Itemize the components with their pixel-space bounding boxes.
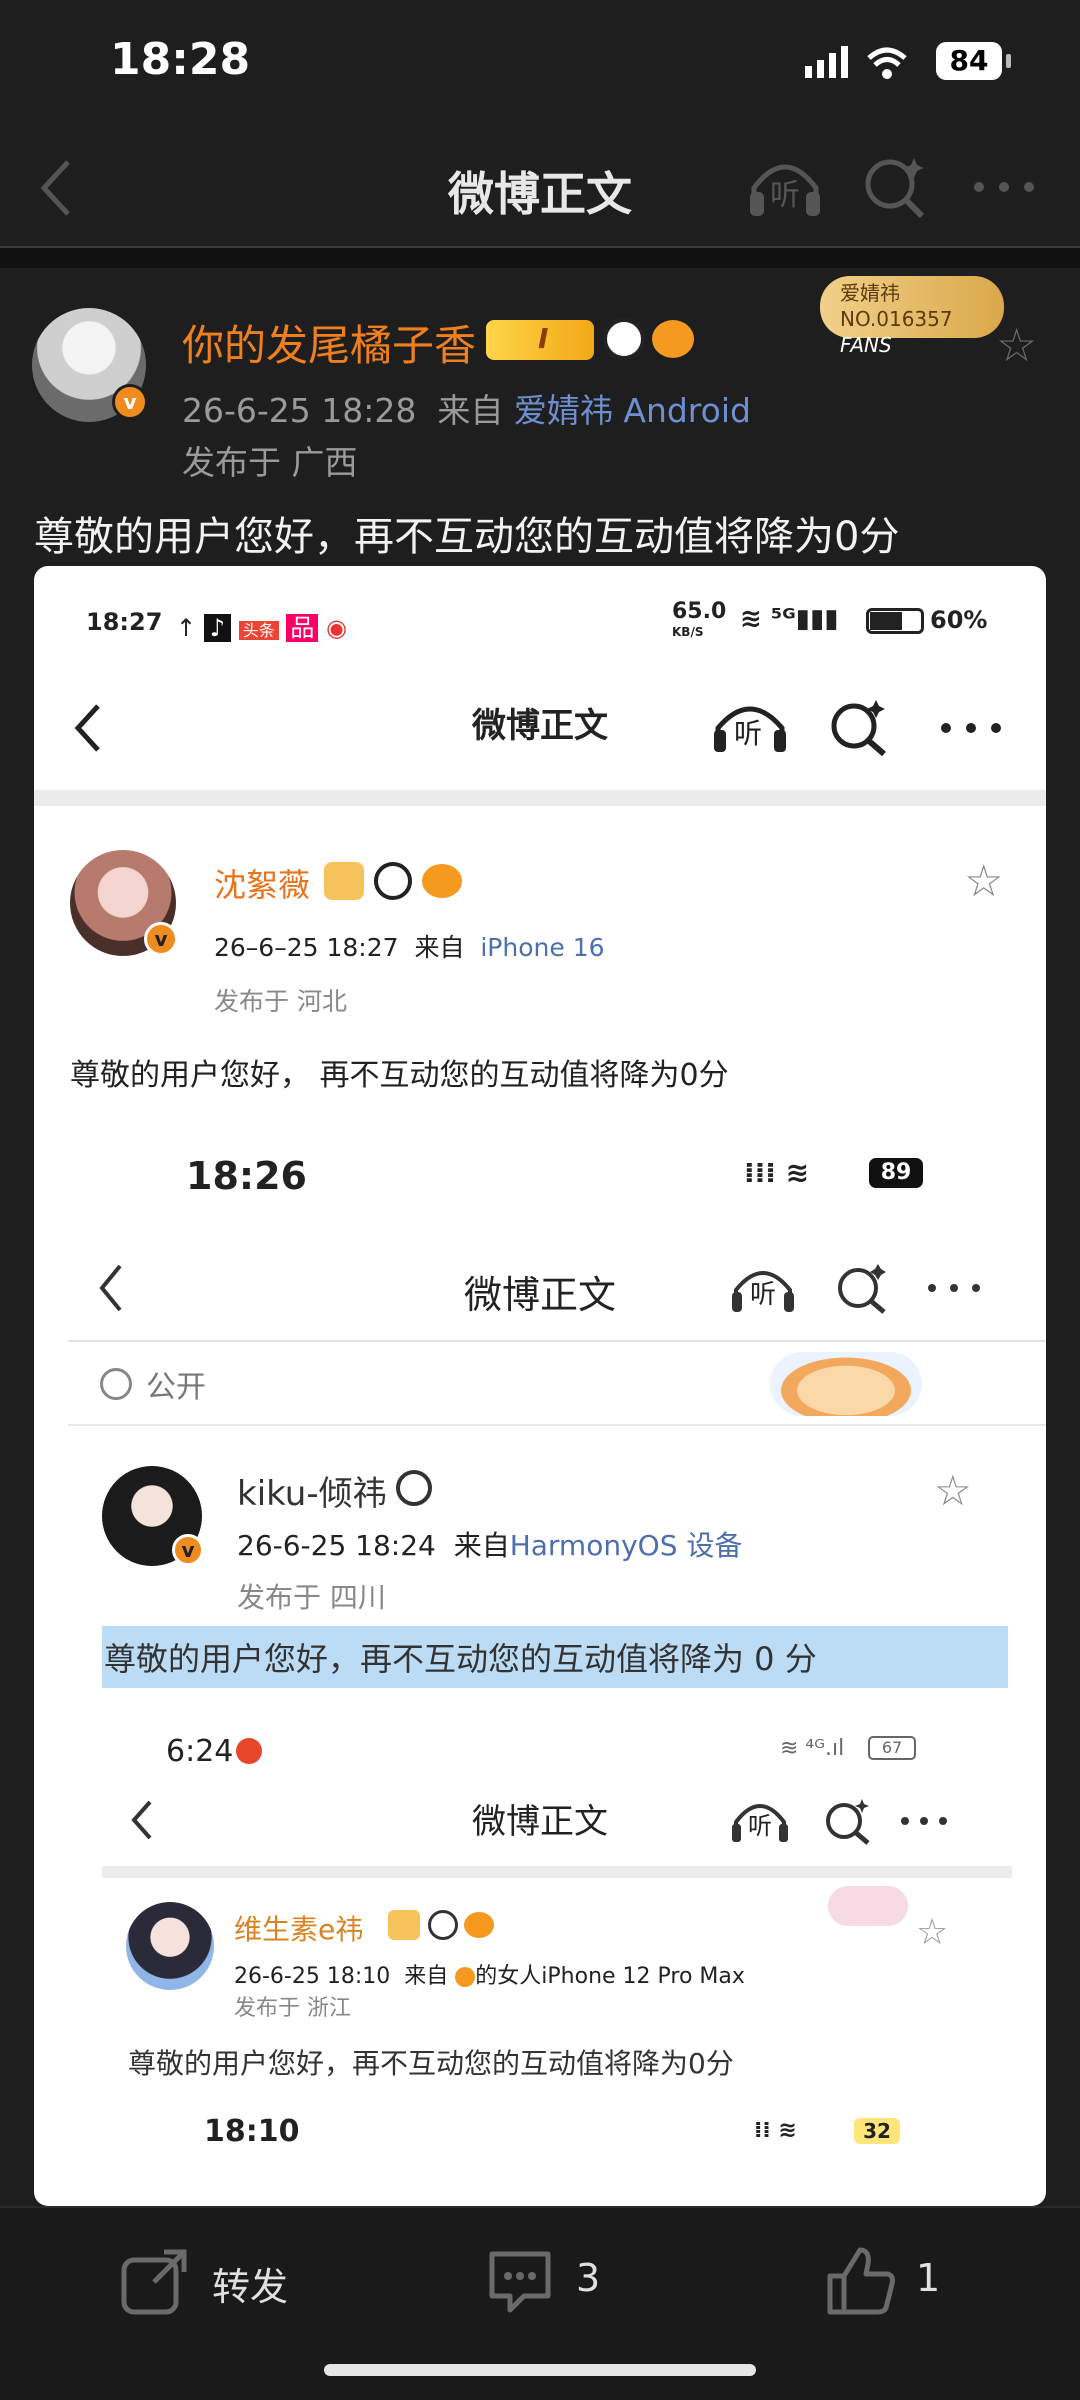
ss3-meta: 26-6-25 18:10 来自 的女人iPhone 12 Pro Max	[234, 1964, 745, 1989]
ss1-post-text: 尊敬的用户您好， 再不互动您的互动值将降为0分	[70, 1058, 729, 1093]
ss1-listen-icon: 听	[710, 696, 790, 756]
ss3-more-icon	[901, 1817, 947, 1825]
ss1-star-icon: ☆	[964, 856, 1004, 907]
ss2-more-icon	[928, 1284, 980, 1292]
ss1-battery-icon	[866, 608, 924, 634]
ss3-star-icon: ☆	[916, 1912, 949, 1953]
ss3-battery: 67	[868, 1736, 916, 1760]
listen-icon[interactable]: 听	[746, 152, 824, 222]
ss2-title: 微博正文	[463, 1273, 616, 1317]
ss2-listen-icon: 听	[730, 1260, 796, 1316]
ss2-search-icon	[838, 1264, 886, 1314]
crown-level-badge: I	[486, 320, 594, 360]
username[interactable]: 你的发尾橘子香	[182, 312, 476, 373]
ss3-gap	[102, 1866, 1012, 1878]
ss2-globe-icon	[100, 1368, 132, 1400]
ss2-verified-icon: v	[172, 1534, 204, 1566]
ss3-title: 微博正文	[472, 1802, 608, 1842]
post-image[interactable]: 18:27 ↑ ♪ 头条 品 ◉ 65.0 KB/S ≋ ⁵ᴳ▮▮▮ 60% 微…	[34, 566, 1046, 2206]
ss1-panda-icon	[374, 862, 412, 900]
ss3-avatar	[126, 1902, 214, 1990]
weibo-post-page: 18:28 84 微博正文 听 v 你的发尾橘子香 I 26-6-25 18:2…	[0, 0, 1080, 2400]
ss1-username: 沈絮薇	[214, 866, 311, 904]
ss1-title: 微博正文	[472, 706, 608, 746]
comment-icon	[489, 2251, 551, 2313]
post-meta: 26-6-25 18:28 来自 爱婧祎 Android	[182, 391, 751, 430]
ss3-listen-icon: 听	[730, 1794, 790, 1844]
panda-icon	[603, 318, 645, 360]
ss4-battery: 32	[854, 2118, 900, 2144]
ss2-divider	[68, 1340, 1046, 1342]
ss2-battery: 89	[869, 1158, 923, 1188]
comment-button[interactable]: 3	[484, 2246, 644, 2316]
ss2-visibility: 公开	[146, 1370, 206, 1405]
ss2-meta: 26-6-25 18:24 来自HarmonyOS 设备	[237, 1529, 743, 1562]
ss4-status-time: 18:10	[204, 2114, 300, 2149]
battery-indicator: 84	[936, 42, 1011, 80]
ss3-orange-icon	[455, 1967, 476, 1987]
thumbs-up-icon	[827, 2247, 895, 2315]
ss1-fish-icon	[422, 864, 462, 898]
ss1-crown-badge	[324, 862, 364, 900]
ss3-username: 维生素e祎	[234, 1913, 364, 1946]
ss2-location: 发布于 四川	[237, 1581, 386, 1614]
ss3-search-icon	[826, 1799, 870, 1845]
ss3-signal-icons: ≋ ⁴ᴳ.ıl	[780, 1736, 845, 1761]
ss2-cat-sticker	[770, 1352, 922, 1416]
search-icon[interactable]	[862, 154, 928, 220]
ss2-divider-2	[68, 1424, 1046, 1426]
ss3-weibo-icon	[236, 1738, 262, 1764]
ss1-search-icon	[831, 700, 886, 757]
ss3-fish-icon	[464, 1912, 494, 1938]
favorite-star-icon[interactable]: ☆	[996, 318, 1037, 372]
ss2-signal-icons: ⁞⁞⁞ ≋	[744, 1156, 810, 1189]
ss1-battery-text: 60%	[930, 606, 988, 634]
ss1-location: 发布于 河北	[214, 987, 347, 1016]
ss1-app-icons: ↑ ♪ 头条 品 ◉	[176, 614, 347, 642]
ss3-crown-badge	[388, 1910, 420, 1940]
home-indicator	[324, 2364, 756, 2376]
ss3-location: 发布于 浙江	[234, 1996, 351, 2021]
ss1-verified-icon: v	[144, 922, 178, 956]
ss2-star-icon: ☆	[934, 1466, 972, 1515]
ss3-sticker	[828, 1886, 908, 1926]
ss1-gap	[34, 790, 1046, 806]
fish-icon	[652, 320, 694, 358]
ss1-status-time: 18:27	[86, 608, 163, 636]
status-time: 18:28	[110, 34, 251, 85]
section-gap	[0, 248, 1080, 268]
post-text: 尊敬的用户您好，再不互动您的互动值将降为0分	[34, 514, 900, 560]
ss2-username: kiku-倾祎	[237, 1474, 387, 1514]
more-icon[interactable]	[972, 180, 1036, 194]
ss4-signal-icons: ⁞⁞ ≋	[754, 2118, 797, 2143]
ss1-signal-icons: ≋ ⁵ᴳ▮▮▮	[740, 604, 839, 634]
signal-wifi-icon	[805, 46, 907, 79]
ss1-meta: 26–6–25 18:27 来自 iPhone 16	[214, 933, 605, 962]
like-button[interactable]: 1	[824, 2244, 964, 2318]
ss2-status-time: 18:26	[186, 1154, 307, 1198]
ss2-post-text: 尊敬的用户您好，再不互动您的互动值将降为 0 分	[104, 1640, 817, 1678]
repost-icon	[121, 2249, 187, 2315]
ss3-post-text: 尊敬的用户您好，再不互动您的互动值将降为0分	[128, 2047, 734, 2080]
ss3-status-time: 6:24	[166, 1734, 234, 1769]
post-source[interactable]: 爱婧祎 Android	[514, 391, 751, 430]
verified-icon: v	[112, 384, 148, 420]
ss3-panda-icon	[428, 1910, 458, 1940]
ss1-more-icon	[941, 723, 1001, 733]
fans-badge: 爱婧祎 NO.016357 FANS	[820, 276, 1004, 357]
post-location: 发布于 广西	[182, 443, 358, 482]
ss2-panda-icon	[396, 1470, 432, 1506]
repost-button[interactable]: 转发	[120, 2246, 360, 2316]
ss1-net-speed: 65.0 KB/S	[672, 599, 727, 640]
